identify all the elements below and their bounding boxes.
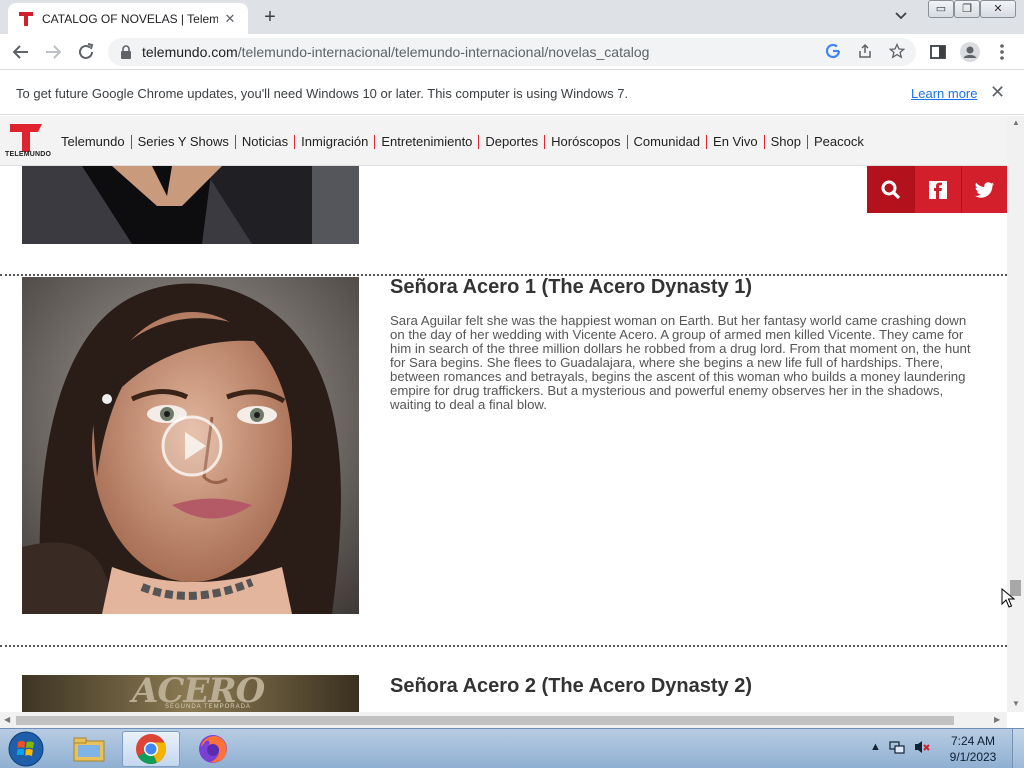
site-header: TELEMUNDO Telemundo Series Y Shows Notic…	[0, 116, 1007, 166]
address-bar[interactable]: telemundo.com/telemundo-internacional/te…	[108, 38, 916, 66]
url-text[interactable]: telemundo.com/telemundo-internacional/te…	[142, 44, 649, 60]
nav-separator	[706, 134, 708, 149]
section-divider	[0, 645, 1007, 647]
reload-icon[interactable]	[74, 40, 98, 64]
play-icon[interactable]	[160, 414, 224, 478]
new-tab-button[interactable]: +	[258, 6, 282, 30]
url-path: /telemundo-internacional/telemundo-inter…	[237, 44, 650, 60]
start-button-icon[interactable]	[6, 730, 46, 768]
nav-separator	[544, 134, 546, 149]
tab-close-icon[interactable]: ✕	[222, 11, 238, 27]
browser-toolbar: telemundo.com/telemundo-internacional/te…	[0, 34, 1024, 70]
scroll-up-icon[interactable]: ▲	[1012, 118, 1020, 127]
horizontal-scrollbar[interactable]: ◀ ▶	[0, 712, 1007, 728]
windows-taskbar: ▲ 7:24 AM 9/1/2023	[0, 728, 1024, 768]
page-viewport: TELEMUNDO Telemundo Series Y Shows Notic…	[0, 116, 1007, 712]
tab-title: CATALOG OF NOVELAS | Telemundo	[42, 11, 218, 26]
nav-separator	[807, 134, 808, 149]
restore-button[interactable]: ❐	[954, 0, 980, 18]
show-thumbnail-senora-acero-2[interactable]: ACERO SEGUNDA TEMPORADA	[22, 675, 359, 712]
file-explorer-icon[interactable]	[60, 731, 118, 767]
nav-separator	[294, 134, 296, 149]
nav-deportes[interactable]: Deportes	[485, 134, 538, 149]
horizontal-scroll-thumb[interactable]	[16, 716, 954, 725]
firefox-taskbar-icon[interactable]	[184, 731, 242, 767]
chrome-update-infobar: To get future Google Chrome updates, you…	[0, 71, 1024, 115]
search-icon[interactable]	[867, 166, 914, 213]
nav-en-vivo[interactable]: En Vivo	[713, 134, 758, 149]
nav-separator	[374, 134, 376, 149]
logo-text: TELEMUNDO	[5, 151, 52, 158]
show-hidden-icons-icon[interactable]: ▲	[870, 741, 881, 753]
scroll-down-icon[interactable]: ▼	[1012, 699, 1020, 708]
learn-more-link[interactable]: Learn more	[911, 86, 977, 101]
lock-icon[interactable]	[120, 45, 132, 59]
acero-logo-subtext: SEGUNDA TEMPORADA	[165, 704, 251, 710]
chrome-taskbar-icon[interactable]	[122, 731, 180, 767]
tab-strip: CATALOG OF NOVELAS | Telemundo ✕ + ▭ ❐ ✕	[0, 0, 1024, 34]
nav-peacock[interactable]: Peacock	[814, 134, 864, 149]
show-title-2[interactable]: Señora Acero 2 (The Acero Dynasty 2)	[390, 675, 752, 698]
show-title-1[interactable]: Señora Acero 1 (The Acero Dynasty 1)	[390, 276, 752, 299]
show-desktop-button[interactable]	[1012, 729, 1024, 768]
clock-time: 7:24 AM	[950, 734, 996, 748]
bookmark-star-icon[interactable]	[888, 42, 906, 61]
show-thumbnail-senora-acero-1[interactable]	[22, 277, 359, 614]
nav-comunidad[interactable]: Comunidad	[634, 134, 701, 149]
scroll-right-icon[interactable]: ▶	[994, 715, 1000, 724]
menu-kebab-icon[interactable]	[990, 40, 1014, 64]
infobar-close-icon[interactable]: ✕	[990, 82, 1005, 103]
screen: CATALOG OF NOVELAS | Telemundo ✕ + ▭ ❐ ✕…	[0, 0, 1024, 768]
profile-avatar-icon[interactable]	[958, 40, 982, 64]
share-icon[interactable]	[856, 43, 874, 61]
vertical-scrollbar[interactable]: ▲ ▼	[1007, 116, 1024, 712]
browser-tab[interactable]: CATALOG OF NOVELAS | Telemundo ✕	[8, 3, 248, 34]
minimize-button[interactable]: ▭	[928, 0, 954, 18]
show-description-1: Sara Aguilar felt she was the happiest w…	[390, 313, 971, 412]
nav-shop[interactable]: Shop	[771, 134, 801, 149]
taskbar-clock[interactable]: 7:24 AM 9/1/2023	[944, 733, 1002, 765]
nav-telemundo[interactable]: Telemundo	[61, 134, 125, 149]
network-icon[interactable]	[889, 739, 905, 758]
telemundo-favicon-icon	[18, 11, 34, 27]
nav-inmigracion[interactable]: Inmigración	[301, 134, 368, 149]
mouse-cursor-icon	[1001, 587, 1016, 608]
back-icon[interactable]	[9, 40, 33, 64]
forward-icon[interactable]	[41, 40, 65, 64]
site-nav: Telemundo Series Y Shows Noticias Inmigr…	[61, 134, 864, 149]
nav-separator	[478, 134, 480, 149]
url-host: telemundo.com	[142, 44, 238, 60]
nav-entretenimiento[interactable]: Entretenimiento	[381, 134, 472, 149]
social-buttons	[867, 166, 1007, 213]
nav-separator	[763, 134, 765, 149]
clock-date: 9/1/2023	[949, 750, 997, 764]
nav-separator	[626, 134, 628, 149]
google-lens-icon[interactable]	[824, 43, 842, 61]
previous-show-image[interactable]	[22, 166, 359, 244]
facebook-icon[interactable]	[914, 166, 961, 213]
nav-separator	[234, 134, 236, 149]
scroll-left-icon[interactable]: ◀	[4, 715, 10, 724]
volume-muted-icon[interactable]	[913, 739, 931, 758]
close-window-button[interactable]: ✕	[980, 0, 1016, 18]
twitter-icon[interactable]	[961, 166, 1007, 213]
nav-series-y-shows[interactable]: Series Y Shows	[138, 134, 229, 149]
nav-horoscopos[interactable]: Horóscopos	[551, 134, 620, 149]
infobar-message: To get future Google Chrome updates, you…	[16, 86, 629, 101]
tab-search-chevron-icon[interactable]	[894, 9, 914, 25]
nav-noticias[interactable]: Noticias	[242, 134, 288, 149]
side-panel-icon[interactable]	[926, 40, 950, 64]
nav-separator	[130, 134, 132, 149]
